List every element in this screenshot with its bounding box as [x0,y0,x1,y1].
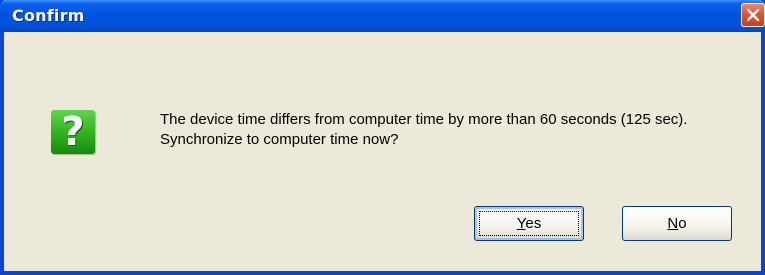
dialog-body: ? The device time differs from computer … [4,32,761,271]
question-glyph: ? [61,109,85,155]
title-bar[interactable]: Confirm [0,0,765,32]
window-title: Confirm [12,6,85,25]
yes-button[interactable]: Yes [474,206,584,241]
message-line-2: Synchronize to computer time now? [160,131,399,148]
close-button[interactable] [741,3,765,27]
confirm-dialog: Confirm ? The device time differs from c… [0,0,765,275]
no-button-label: No [667,215,686,232]
yes-button-label: Yes [517,215,541,232]
close-icon [746,8,760,22]
message-text: The device time differs from computer ti… [160,110,760,150]
no-mnemonic: N [667,215,679,232]
no-button[interactable]: No [622,206,732,241]
yes-label-rest: es [525,215,542,232]
message-line-1: The device time differs from computer ti… [160,111,688,128]
no-label-rest: o [678,215,687,232]
question-icon: ? [51,109,95,155]
